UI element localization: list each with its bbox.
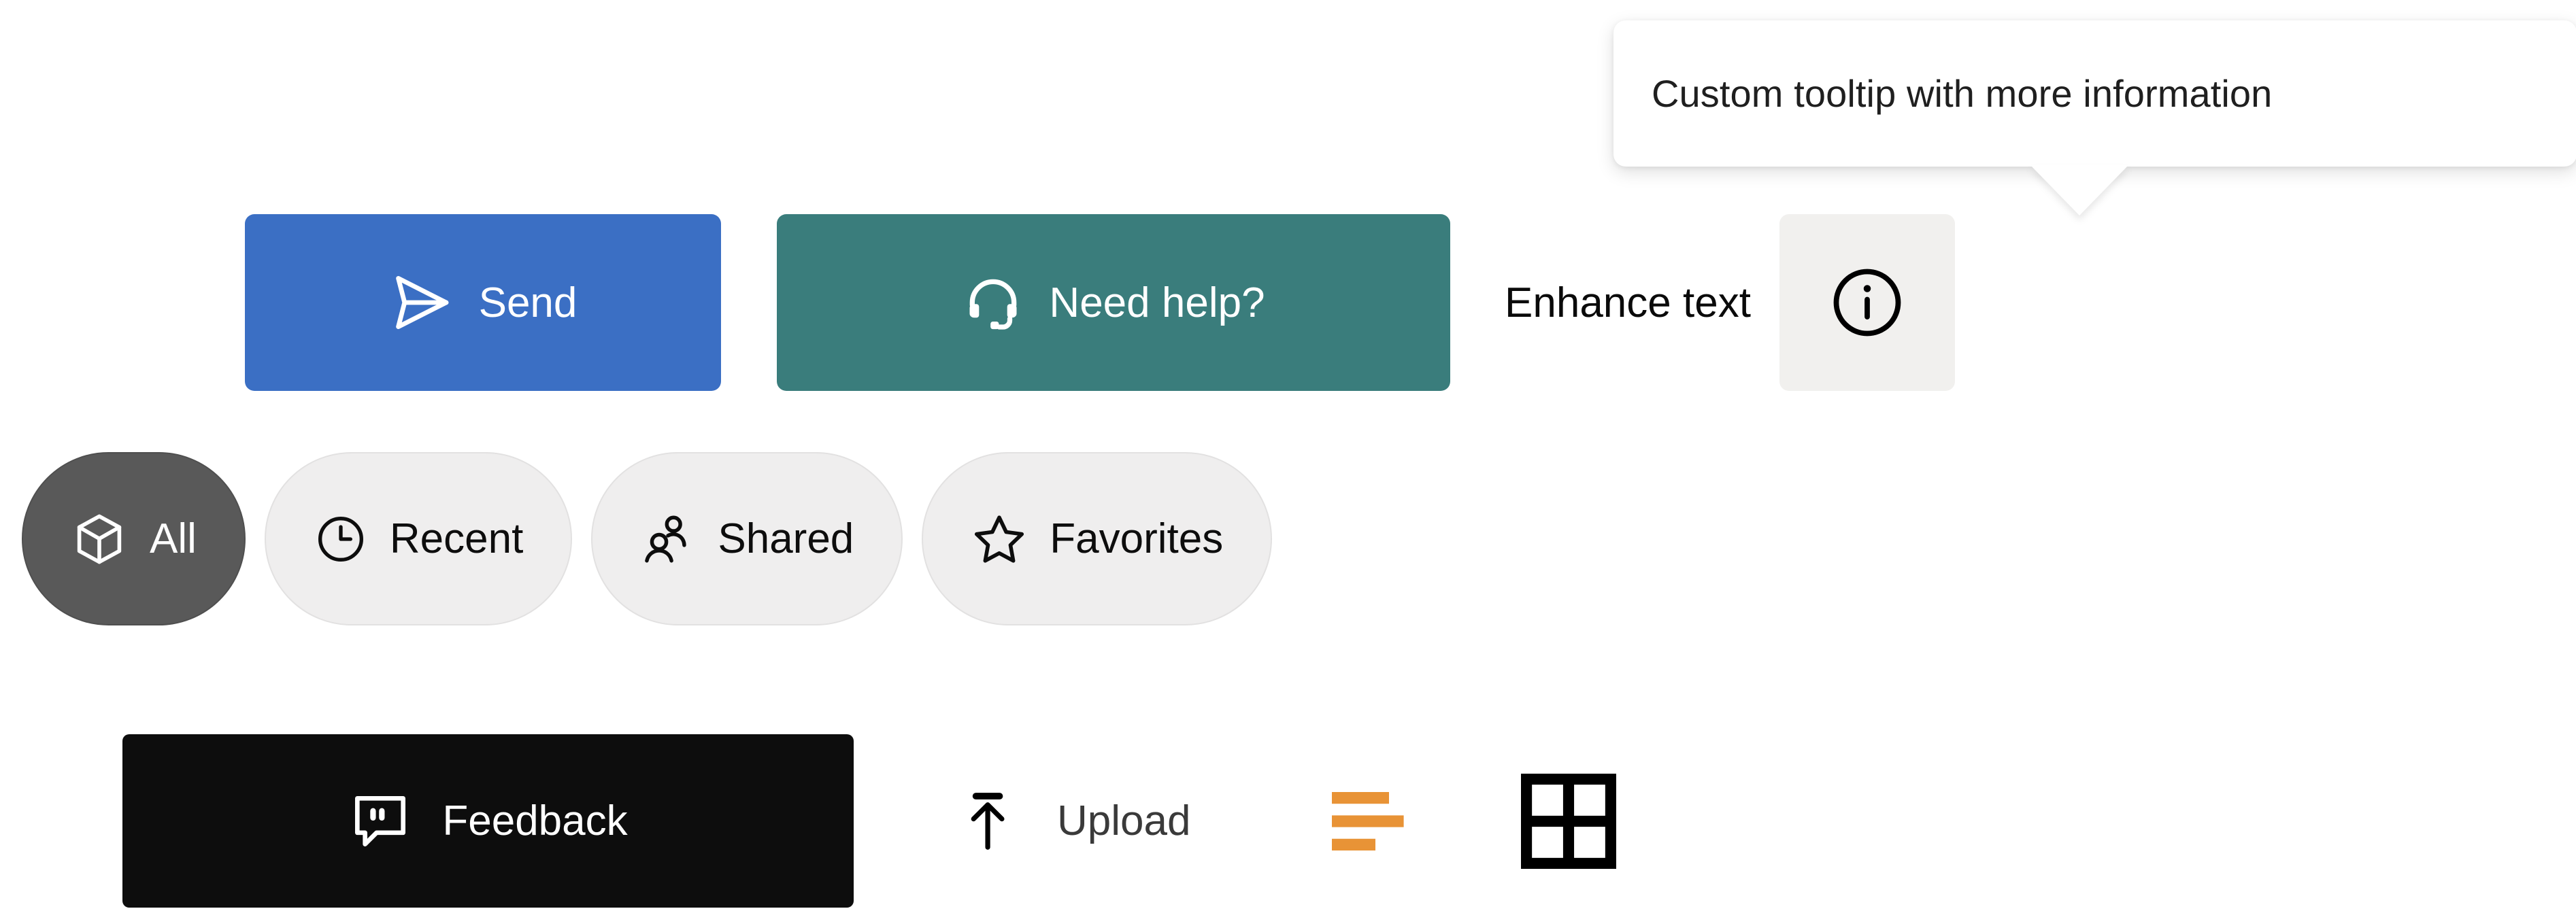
text-align-lines-button[interactable] [1326,785,1419,857]
people-icon [640,511,696,567]
chip-favorites-label: Favorites [1050,515,1224,562]
send-button-label: Send [478,279,578,326]
grid-2x2-icon [1521,773,1617,869]
footer-control-row: Feedback Upload [122,734,1617,908]
need-help-button[interactable]: Need help? [777,214,1450,391]
upload-button[interactable]: Upload [959,753,1190,889]
chip-all-label: All [150,515,197,562]
control-showcase-canvas: Custom tooltip with more information Sen… [0,0,2576,911]
need-help-button-label: Need help? [1049,279,1265,326]
chip-favorites[interactable]: Favorites [922,452,1273,625]
info-circle-icon [1826,262,1908,343]
send-icon [389,270,454,335]
grid-view-button[interactable] [1521,773,1617,869]
info-button[interactable] [1779,214,1955,391]
star-icon [971,511,1028,568]
comment-quote-icon [348,789,412,853]
headset-icon [962,271,1024,334]
chip-shared[interactable]: Shared [591,452,903,625]
chip-recent-label: Recent [389,515,524,562]
chip-all[interactable]: All [22,452,246,625]
tooltip-pointer-icon [2030,165,2128,216]
action-button-row: Send Need help? Enhance text [245,214,1955,391]
tooltip-text: Custom tooltip with more information [1652,72,2273,115]
arrow-up-to-line-icon [959,787,1028,856]
tooltip-bubble: Custom tooltip with more information [1613,20,2576,167]
filter-chip-row: All Recent Shared Favorites [22,452,1273,625]
text-align-lines-icon [1326,785,1419,857]
send-button[interactable]: Send [245,214,721,391]
clock-icon [314,512,368,566]
enhance-text-label: Enhance text [1505,279,1751,326]
feedback-button-label: Feedback [442,797,628,844]
feedback-button[interactable]: Feedback [122,734,854,908]
upload-button-label: Upload [1057,797,1191,844]
cube-icon [71,511,128,568]
chip-shared-label: Shared [718,515,854,562]
chip-recent[interactable]: Recent [264,452,573,625]
